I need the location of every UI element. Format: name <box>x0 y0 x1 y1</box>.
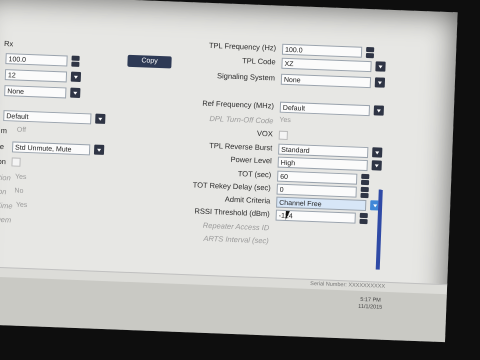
left-third-field[interactable]: None <box>4 85 67 99</box>
left-checkbox-1[interactable] <box>11 157 21 167</box>
field-admit-criteria[interactable]: Channel Free <box>276 196 367 212</box>
left-squelch-dropdown-arrow[interactable] <box>93 144 105 155</box>
left-partial-label-le: le <box>0 141 5 152</box>
left-default-dropdown-arrow[interactable] <box>95 113 106 124</box>
field-tpl-reverse-burst[interactable]: Standard <box>278 143 369 159</box>
dropdown-arrow-power-level[interactable] <box>371 160 382 171</box>
label-tpl-reverse-burst: TPL Reverse Burst <box>209 140 273 153</box>
left-partial-value-1: Yes <box>14 173 27 181</box>
left-default-field[interactable]: Default <box>3 110 92 125</box>
left-off-value: Off <box>16 126 27 134</box>
spinner-tot-rekey-delay-sec[interactable] <box>360 186 369 199</box>
label-dpl-turn-off-code: DPL Turn-Off Code <box>209 113 274 126</box>
left-frequency-spinner[interactable] <box>71 55 80 67</box>
label-admit-criteria: Admit Criteria <box>224 194 271 206</box>
dropdown-arrow-tpl-code[interactable] <box>375 61 386 72</box>
dropdown-arrow-signaling-system[interactable] <box>374 77 386 88</box>
mouse-cursor-icon <box>285 210 294 221</box>
field-power-level[interactable]: High <box>277 156 368 172</box>
taskbar-clock[interactable]: 5:17 PM 11/1/2015 <box>358 297 383 312</box>
left-second-dropdown-arrow[interactable] <box>70 71 82 83</box>
left-second-field[interactable]: 12 <box>4 69 68 83</box>
field-tpl-frequency-hz[interactable]: 100.0 <box>281 43 363 58</box>
left-partial-label-on: on <box>0 156 7 167</box>
label-tpl-code: TPL Code <box>241 56 276 67</box>
left-partial-label-m: m <box>0 125 8 136</box>
label-arts-interval-sec: ARTS Interval (sec) <box>203 233 269 246</box>
value-dpl-turn-off-code: Yes <box>279 116 291 125</box>
left-partial-label-ion: ion <box>0 186 7 197</box>
label-power-level: Power Level <box>230 154 272 166</box>
dropdown-arrow-tpl-reverse-burst[interactable] <box>372 147 383 158</box>
spinner-rssi-threshold-dbm[interactable] <box>359 212 368 225</box>
label-ref-frequency-mhz: Ref Frequency (MHz) <box>202 98 275 111</box>
label-signaling-system: Signaling System <box>216 71 276 83</box>
left-partial-label-time: Time <box>0 200 13 211</box>
field-ref-frequency-mhz[interactable]: Default <box>279 101 371 117</box>
label-vox: VOX <box>256 128 274 139</box>
left-partial-value-3: Yes <box>15 201 28 210</box>
spinner-tpl-frequency-hz[interactable] <box>365 46 375 59</box>
label-repeater-access-id: Repeater Access ID <box>202 220 270 233</box>
copy-button[interactable]: Copy <box>127 54 172 69</box>
dropdown-arrow-ref-frequency-mhz[interactable] <box>373 105 385 116</box>
left-frequency-field[interactable]: 100.0 <box>5 53 68 67</box>
left-top-label: Rx <box>3 39 14 49</box>
right-settings-panel: TPL Frequency (Hz) 100.0 TPL Code XZ Signali… <box>0 0 458 245</box>
label-tot-rekey-delay-sec: TOT Rekey Delay (sec) <box>192 180 271 193</box>
left-partial-label-dem: Dem <box>0 214 12 225</box>
left-partial-label-ition: ition <box>0 172 11 183</box>
left-partial-value-2: No <box>14 187 24 195</box>
application-window: Rx 100.0 12 None Default m Off le Std Un… <box>0 0 458 343</box>
clock-date: 11/1/2015 <box>358 303 383 311</box>
field-tpl-code[interactable]: XZ <box>281 57 372 73</box>
field-tot-sec[interactable]: 60 <box>277 170 358 185</box>
left-squelch-field[interactable]: Std Unmute, Mute <box>11 141 91 156</box>
field-signaling-system[interactable]: None <box>280 73 372 89</box>
spinner-tot-sec[interactable] <box>360 173 370 186</box>
left-third-dropdown-arrow[interactable] <box>70 87 81 98</box>
checkbox-vox[interactable] <box>278 130 288 140</box>
label-tot-sec: TOT (sec) <box>237 169 272 180</box>
monitor-bezel: Rx 100.0 12 None Default m Off le Std Un… <box>0 0 480 360</box>
label-tpl-frequency-hz: TPL Frequency (Hz) <box>208 40 277 53</box>
field-tot-rekey-delay-sec[interactable]: 0 <box>276 183 357 198</box>
label-rssi-threshold-dbm: RSSI Threshold (dBm) <box>194 206 270 219</box>
